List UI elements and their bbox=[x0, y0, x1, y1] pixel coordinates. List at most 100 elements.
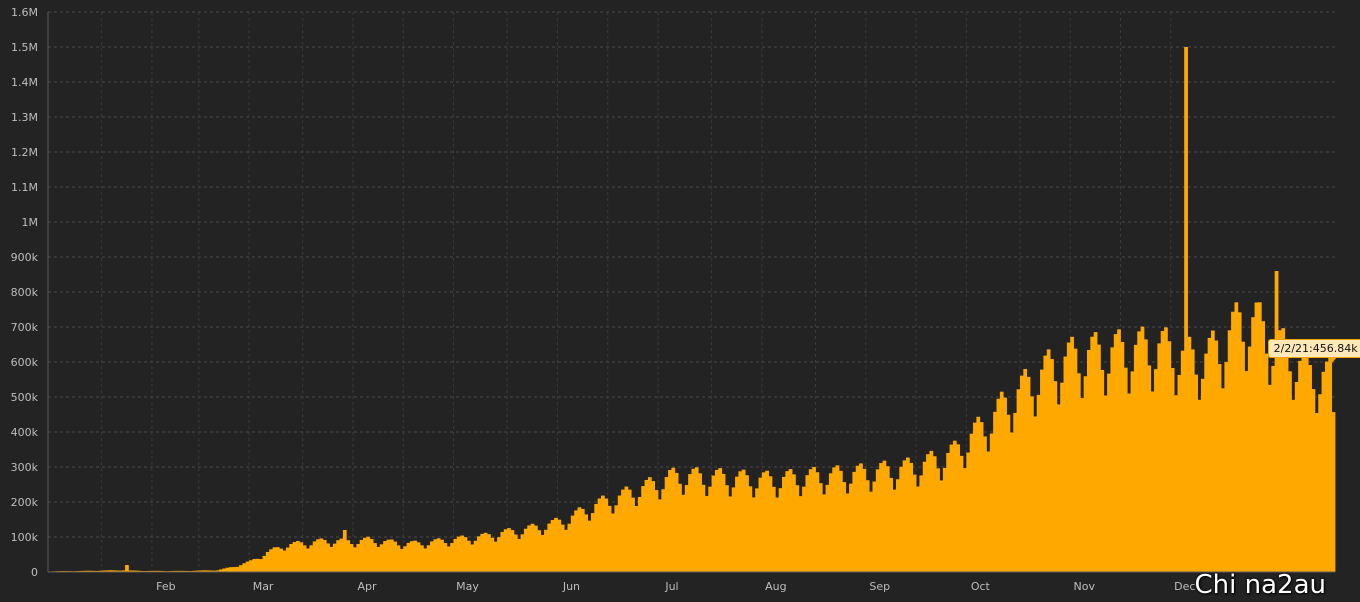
bar[interactable] bbox=[567, 523, 572, 572]
bar[interactable] bbox=[872, 481, 877, 572]
bar[interactable] bbox=[657, 499, 662, 572]
bar[interactable] bbox=[477, 536, 481, 572]
bar[interactable] bbox=[1247, 346, 1252, 572]
bar[interactable] bbox=[711, 475, 716, 572]
bar[interactable] bbox=[929, 450, 934, 572]
bar[interactable] bbox=[624, 486, 629, 572]
bar[interactable] bbox=[376, 547, 381, 572]
bar[interactable] bbox=[564, 529, 568, 572]
bar[interactable] bbox=[406, 542, 411, 572]
bar[interactable] bbox=[1321, 371, 1326, 572]
bar[interactable] bbox=[292, 541, 297, 572]
bar[interactable] bbox=[842, 482, 847, 572]
bar[interactable] bbox=[306, 548, 310, 572]
bar[interactable] bbox=[604, 498, 609, 572]
bar[interactable] bbox=[1244, 371, 1249, 572]
bar[interactable] bbox=[637, 496, 642, 572]
bar[interactable] bbox=[1080, 398, 1085, 572]
bar[interactable] bbox=[996, 398, 1001, 572]
bar[interactable] bbox=[580, 508, 585, 572]
bar[interactable] bbox=[899, 466, 904, 572]
bar[interactable] bbox=[540, 534, 545, 572]
bar[interactable] bbox=[416, 542, 421, 572]
bar[interactable] bbox=[1036, 394, 1041, 572]
bar[interactable] bbox=[349, 544, 354, 572]
bar[interactable] bbox=[1194, 374, 1198, 572]
bar[interactable] bbox=[373, 543, 377, 572]
bar[interactable] bbox=[788, 469, 793, 572]
bar[interactable] bbox=[272, 547, 277, 572]
bar[interactable] bbox=[751, 497, 756, 572]
bar[interactable] bbox=[1301, 352, 1306, 572]
bar[interactable] bbox=[889, 477, 893, 572]
bar[interactable] bbox=[822, 494, 826, 572]
bar[interactable] bbox=[1267, 384, 1272, 572]
bar[interactable] bbox=[527, 525, 532, 572]
bar[interactable] bbox=[1221, 388, 1225, 572]
bar[interactable] bbox=[1107, 373, 1111, 572]
bar[interactable] bbox=[1117, 329, 1121, 572]
bar[interactable] bbox=[1040, 369, 1044, 572]
bar[interactable] bbox=[517, 538, 521, 572]
bar[interactable] bbox=[721, 473, 726, 572]
bar[interactable] bbox=[698, 473, 702, 572]
bar[interactable] bbox=[745, 475, 749, 572]
bar[interactable] bbox=[289, 543, 294, 572]
bar[interactable] bbox=[322, 540, 327, 572]
bar[interactable] bbox=[262, 555, 267, 572]
bar[interactable] bbox=[919, 475, 924, 572]
bar[interactable] bbox=[249, 560, 253, 572]
bar[interactable] bbox=[1137, 331, 1142, 572]
bar[interactable] bbox=[242, 563, 247, 572]
bar[interactable] bbox=[379, 544, 384, 572]
bar[interactable] bbox=[584, 514, 589, 572]
bar[interactable] bbox=[761, 472, 766, 572]
bar[interactable] bbox=[316, 539, 320, 572]
bar[interactable] bbox=[828, 473, 833, 572]
bar[interactable] bbox=[1009, 432, 1014, 572]
bar[interactable] bbox=[916, 486, 920, 572]
bar[interactable] bbox=[607, 505, 612, 572]
bar[interactable] bbox=[383, 541, 387, 572]
bar[interactable] bbox=[654, 490, 659, 572]
bar[interactable] bbox=[765, 470, 769, 572]
bar[interactable] bbox=[1026, 376, 1031, 572]
bar[interactable] bbox=[802, 486, 806, 572]
bar[interactable] bbox=[661, 489, 666, 572]
bar[interactable] bbox=[1113, 334, 1118, 572]
bar[interactable] bbox=[483, 532, 488, 572]
bar[interactable] bbox=[513, 534, 518, 572]
bar[interactable] bbox=[849, 483, 853, 572]
bar[interactable] bbox=[708, 486, 713, 572]
bar[interactable] bbox=[443, 543, 448, 572]
bar[interactable] bbox=[1241, 341, 1245, 572]
bar[interactable] bbox=[500, 531, 505, 572]
bar[interactable] bbox=[973, 422, 977, 572]
bar[interactable] bbox=[1251, 317, 1255, 572]
bar[interactable] bbox=[808, 469, 813, 572]
bar[interactable] bbox=[855, 465, 860, 572]
bar[interactable] bbox=[1150, 391, 1155, 572]
bar[interactable] bbox=[436, 538, 441, 572]
bar[interactable] bbox=[1127, 393, 1131, 572]
bar[interactable] bbox=[792, 474, 796, 572]
bar[interactable] bbox=[962, 468, 967, 572]
bar[interactable] bbox=[497, 537, 501, 572]
bar[interactable] bbox=[1050, 359, 1054, 572]
bar[interactable] bbox=[590, 513, 595, 572]
bar[interactable] bbox=[356, 543, 361, 572]
bar[interactable] bbox=[1177, 374, 1182, 572]
bar[interactable] bbox=[487, 534, 491, 572]
bar[interactable] bbox=[470, 544, 475, 572]
bar[interactable] bbox=[1006, 414, 1011, 572]
bar[interactable] bbox=[1157, 343, 1162, 572]
bar[interactable] bbox=[1043, 355, 1048, 572]
bar[interactable] bbox=[1281, 328, 1286, 572]
bar[interactable] bbox=[778, 488, 783, 572]
bar[interactable] bbox=[329, 546, 334, 572]
bar[interactable] bbox=[296, 541, 300, 572]
bar[interactable] bbox=[594, 503, 599, 572]
bar[interactable] bbox=[852, 471, 857, 572]
bar[interactable] bbox=[1097, 344, 1101, 572]
bar[interactable] bbox=[1083, 376, 1088, 572]
